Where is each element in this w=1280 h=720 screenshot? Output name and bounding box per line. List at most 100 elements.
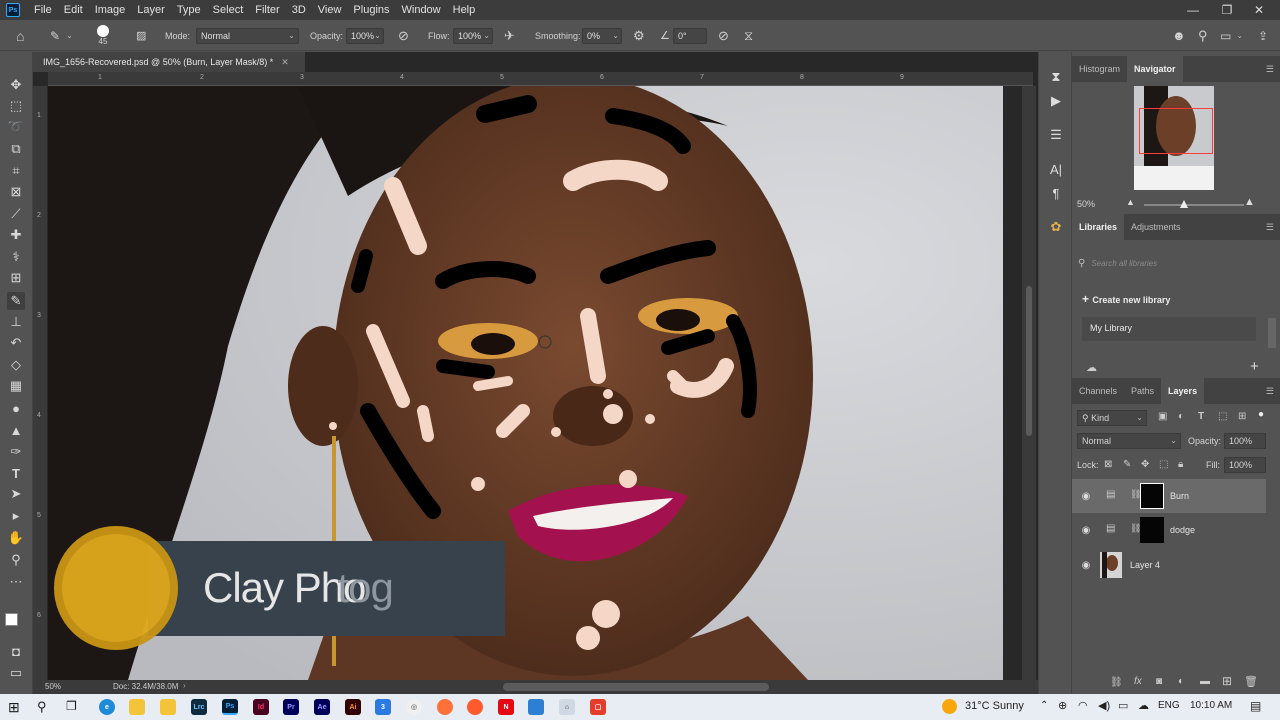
app-icon[interactable]: ▢ [590, 699, 606, 715]
tab-histogram[interactable]: Histogram [1072, 56, 1127, 82]
menu-edit[interactable]: Edit [58, 0, 89, 20]
lightroom-classic-icon[interactable]: Lrc [191, 699, 207, 715]
character-icon[interactable]: A| [1047, 160, 1065, 178]
visibility-eye-icon[interactable]: ◉ [1080, 490, 1092, 502]
panel-menu-icon[interactable]: ☰ [1266, 222, 1274, 233]
eyedropper-tool-icon[interactable]: ⟋ [7, 205, 25, 223]
close-tab-icon[interactable]: ✕ [281, 57, 289, 68]
clone-stamp-tool-icon[interactable]: ⊥ [7, 313, 25, 331]
premiere-icon[interactable]: Pr [283, 699, 299, 715]
wifi-icon[interactable]: ◠ [1078, 699, 1088, 712]
layer-mask-thumbnail[interactable] [1140, 517, 1164, 543]
vertical-scroll-thumb[interactable] [1026, 286, 1032, 436]
menu-3d[interactable]: 3D [286, 0, 312, 20]
layer-row-burn[interactable]: ◉ ▤ ⛓ Burn [1072, 479, 1266, 513]
smoothing-input[interactable]: 0% ⌄ [582, 28, 622, 44]
quick-mask-icon[interactable]: ◘ [7, 642, 25, 660]
filter-type-icon[interactable]: T [1198, 411, 1204, 422]
screen-mode-icon[interactable]: ▭ [7, 664, 25, 682]
clock-time[interactable]: 10:10 AM [1190, 700, 1232, 711]
pen-tool-icon[interactable]: ✑ [7, 443, 25, 461]
smoothing-settings-icon[interactable]: ⚙ [633, 20, 645, 51]
layer-filter-select[interactable]: ⚲ Kind ⌄ [1077, 410, 1147, 426]
app-icon[interactable]: 3 [375, 699, 391, 715]
brush-tool-preset-icon[interactable]: ✎ ⌄ [50, 20, 73, 51]
after-effects-icon[interactable]: Ae [314, 699, 330, 715]
angle-input[interactable]: 0° [673, 28, 707, 44]
lasso-tool-icon[interactable]: ➰ [7, 118, 25, 136]
crop-tool-icon[interactable]: ⌗ [7, 162, 25, 180]
dodge-tool-icon[interactable]: ▲ [7, 421, 25, 439]
airbrush-icon[interactable]: ✈ [504, 20, 515, 51]
navigator-view-box[interactable] [1139, 108, 1213, 154]
filter-toggle-icon[interactable]: ● [1258, 409, 1264, 420]
navigator-zoom-value[interactable]: 50% [1077, 199, 1095, 209]
volume-icon[interactable]: ◀) [1098, 699, 1110, 712]
input-language[interactable]: ENG [1158, 700, 1180, 711]
filter-shape-icon[interactable]: ⬚ [1218, 411, 1227, 422]
weather-text[interactable]: 31°C Sunny [965, 700, 1024, 712]
hand-tool-icon[interactable]: ✋ [7, 529, 25, 547]
tab-channels[interactable]: Channels [1072, 378, 1124, 404]
delete-layer-icon[interactable]: 🗑︎ [1244, 675, 1258, 688]
properties-icon[interactable]: ☰ [1047, 126, 1065, 144]
menu-view[interactable]: View [312, 0, 348, 20]
menu-select[interactable]: Select [207, 0, 250, 20]
share-user-icon[interactable]: ☻ [1172, 20, 1186, 51]
windows-start-icon[interactable]: ⊞ [8, 699, 20, 716]
brush-settings-icon[interactable]: ▨ [136, 20, 146, 51]
image-canvas[interactable]: Clay Photog [48, 86, 1003, 680]
layer-opacity-input[interactable]: 100% [1224, 433, 1266, 449]
app-icon[interactable] [467, 699, 483, 715]
share-icon[interactable]: ⇪ [1258, 20, 1268, 51]
history-brush-tool-icon[interactable]: ↶ [7, 334, 25, 352]
new-layer-icon[interactable]: ⊞ [1222, 674, 1232, 688]
visibility-eye-icon[interactable]: ◉ [1080, 559, 1092, 571]
search-icon[interactable]: ⚲ [37, 699, 47, 715]
patch-tool-icon[interactable]: ⚕ [7, 248, 25, 266]
menu-help[interactable]: Help [447, 0, 482, 20]
zoom-out-icon[interactable]: ▲ [1126, 197, 1135, 207]
pressure-opacity-icon[interactable]: ⊘ [398, 20, 409, 51]
document-tab[interactable]: IMG_1656-Recovered.psd @ 50% (Burn, Laye… [33, 52, 305, 72]
link-layers-icon[interactable]: ⛓ [1110, 677, 1123, 688]
netflix-icon[interactable]: N [498, 699, 514, 715]
status-zoom[interactable]: 50% [45, 682, 61, 691]
lock-position-icon[interactable]: ✥ [1141, 459, 1149, 470]
blend-mode-select[interactable]: Normal ⌄ [1077, 433, 1181, 449]
vertical-scrollbar[interactable] [1022, 86, 1036, 680]
library-scrollbar[interactable] [1268, 318, 1276, 348]
pressure-size-icon[interactable]: ⊘ [718, 20, 729, 51]
menu-layer[interactable]: Layer [131, 0, 171, 20]
lock-image-icon[interactable]: ✎ [1123, 459, 1131, 470]
illustrator-icon[interactable]: Ai [345, 699, 361, 715]
layer-row-dodge[interactable]: ◉ ▤ ⛓ dodge [1072, 513, 1266, 547]
filter-adjustment-icon[interactable]: ◐ [1178, 411, 1184, 422]
tray-chevron-icon[interactable]: ⌃ [1040, 700, 1048, 711]
panel-menu-icon[interactable]: ☰ [1266, 64, 1274, 75]
content-aware-move-icon[interactable]: ⊞ [7, 269, 25, 287]
app-icon[interactable]: ⌂ [559, 699, 575, 715]
cloud-icon[interactable]: ☁ [1086, 361, 1097, 374]
lock-all-icon[interactable]: 🔒︎ [1178, 459, 1183, 470]
object-select-tool-icon[interactable]: ⧉ [7, 140, 25, 158]
zoom-tool-icon[interactable]: ⚲ [7, 551, 25, 569]
tab-libraries[interactable]: Libraries [1072, 214, 1125, 240]
library-search[interactable]: ⚲ Search all libraries [1078, 252, 1268, 274]
menu-image[interactable]: Image [89, 0, 132, 20]
blur-tool-icon[interactable]: ● [7, 399, 25, 417]
new-group-icon[interactable]: ▬ [1200, 676, 1210, 687]
layer-row-layer-4[interactable]: ◉ Layer 4 [1072, 548, 1266, 582]
workspace-icon[interactable]: ▭ ⌄ [1220, 20, 1243, 51]
status-arrow-icon[interactable]: › [183, 681, 186, 690]
add-icon[interactable]: + [1250, 358, 1259, 375]
restore-icon[interactable]: ❐ [1214, 0, 1240, 20]
panel-menu-icon[interactable]: ☰ [1266, 386, 1274, 397]
shape-tool-icon[interactable]: ▸ [7, 507, 25, 525]
battery-icon[interactable]: ▭ [1118, 699, 1128, 712]
app-icon[interactable]: ◎ [406, 699, 422, 715]
eraser-tool-icon[interactable]: ◇ [7, 356, 25, 374]
filter-pixel-icon[interactable]: ▣ [1158, 411, 1167, 422]
tab-paths[interactable]: Paths [1124, 378, 1161, 404]
lock-artboard-icon[interactable]: ⬚ [1159, 459, 1168, 470]
